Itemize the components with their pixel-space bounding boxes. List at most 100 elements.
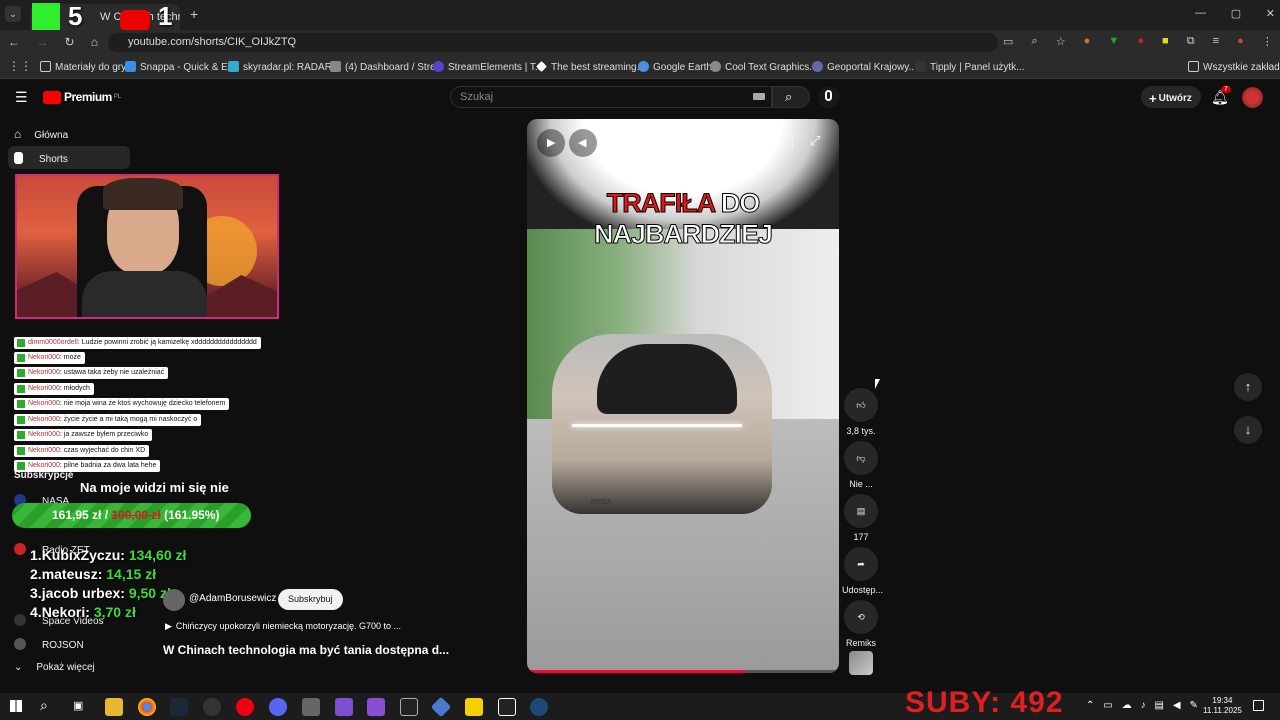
next-short-button[interactable]: ↓ [1234, 416, 1262, 444]
url-field[interactable]: youtube.com/shorts/CIK_OIJkZTQ [108, 33, 998, 52]
bookmark[interactable]: The best streaming... [536, 61, 645, 73]
chevron-up-icon[interactable]: ⌃ [1086, 700, 1094, 711]
search-icon[interactable]: ⌕ [40, 697, 48, 714]
bookmark[interactable]: Cool Text Graphics... [710, 61, 818, 73]
media-icon[interactable]: ≡ [1213, 35, 1219, 48]
profile-icon[interactable]: ● [1237, 35, 1244, 48]
extension-icon[interactable]: ● [1084, 35, 1091, 48]
clock[interactable]: 19:34 11.11.2025 [1203, 696, 1242, 716]
bookmark[interactable]: (4) Dashboard / Stre... [330, 61, 444, 73]
pen-icon[interactable]: ✎ [1190, 700, 1198, 711]
like-button[interactable]: 👍︎ 3,8 tys. [842, 388, 880, 436]
voice-search-button[interactable] [818, 86, 840, 108]
search-input[interactable]: Szukaj [450, 86, 772, 108]
audio-thumbnail[interactable] [849, 651, 873, 675]
sidebar-item-shorts-label[interactable]: Shorts [14, 152, 68, 165]
obs-icon[interactable] [203, 698, 221, 716]
tab-search-button[interactable]: ⌄ [5, 6, 21, 22]
new-tab-button[interactable]: + [190, 6, 198, 22]
apps-icon[interactable]: ⋮⋮ [8, 59, 32, 73]
bookmark[interactable]: Materiały do gry [40, 61, 126, 73]
leaderboard-entry: 4.Nekori: 3,70 zł [30, 604, 136, 620]
bookmark[interactable]: Wszystkie zakładki [1188, 61, 1280, 73]
bookmark[interactable]: Google Earth [638, 61, 712, 73]
cloud-icon[interactable]: ☁ [1122, 700, 1132, 711]
steam-icon[interactable] [530, 698, 548, 716]
search-icon: ⌕ [785, 89, 793, 104]
youtube-logo[interactable]: Premium PL [43, 90, 121, 104]
notifications-button[interactable]: 🔔︎ 7 [1211, 86, 1231, 107]
dislike-button[interactable]: 👎︎ Nie ... [842, 441, 880, 489]
channel-avatar[interactable] [163, 589, 185, 611]
clapper-icon[interactable] [367, 698, 385, 716]
notification-center-icon[interactable] [1253, 700, 1264, 711]
microphone-icon[interactable]: ♪ [1141, 700, 1146, 711]
puzzle-icon[interactable]: ⧉ [1187, 35, 1195, 48]
extension-icon[interactable]: ▼ [1108, 35, 1119, 48]
video-title[interactable]: W Chinach technologia ma być tania dostę… [163, 643, 449, 657]
opera-icon[interactable] [236, 698, 254, 716]
video-play-button[interactable]: ▶ [537, 129, 565, 157]
bookmark[interactable]: skyradar.pl: RADAR... [228, 61, 340, 73]
volume-icon[interactable]: ◀ [1173, 700, 1181, 711]
share-button[interactable]: ➦ Udostęp... [842, 547, 883, 595]
sidebar-subscription[interactable]: ROJSON [14, 638, 84, 651]
app-icon[interactable] [302, 698, 320, 716]
sticky-notes-icon[interactable] [465, 698, 483, 716]
notification-badge: 7 [1221, 86, 1231, 93]
subscribe-button[interactable]: Subskrybuj [278, 589, 343, 610]
sidebar-item-home[interactable]: ⌂ Główna [14, 127, 68, 141]
previous-short-button[interactable]: ↑ [1234, 373, 1262, 401]
kick-badge-icon [17, 369, 25, 377]
network-icon[interactable]: ▤ [1155, 700, 1164, 711]
channel-name[interactable]: @AdamBorusewicz [189, 593, 276, 604]
forward-icon[interactable]: → [36, 35, 48, 49]
chrome-icon[interactable] [138, 698, 156, 716]
chat-message: Nekori000: ustawa taka żeby nie uzależni… [14, 367, 169, 379]
close-icon[interactable]: ✕ [1266, 7, 1275, 20]
minimize-icon[interactable]: — [1195, 7, 1206, 20]
epic-games-icon[interactable] [400, 698, 418, 716]
progress-bar[interactable] [527, 670, 839, 673]
video-description[interactable]: ▶ Chińczycy upokorzyli niemiecką motoryza… [165, 621, 401, 632]
remix-button[interactable]: ⟲ Remiks [842, 600, 880, 648]
microphone-icon [825, 90, 832, 101]
explorer-icon[interactable] [105, 698, 123, 716]
like-icon: 👍︎ [844, 388, 878, 422]
back-icon[interactable]: ← [8, 35, 20, 49]
extension-icon[interactable]: ■ [1162, 35, 1169, 48]
star-icon[interactable]: ☆ [1056, 35, 1066, 48]
window-controls: — ▢ ✕ [1195, 7, 1275, 20]
app-icon[interactable] [498, 698, 516, 716]
show-more-button[interactable]: ⌄ Pokaż więcej [14, 662, 95, 673]
bookmark[interactable]: Geoportal Krajowy... [812, 61, 917, 73]
bookmark[interactable]: Tipply | Panel użytk... [915, 61, 1025, 73]
task-view-icon[interactable]: ▣ [73, 699, 83, 712]
search-button[interactable]: ⌕ [772, 86, 810, 108]
reload-icon[interactable]: ↻ [64, 35, 74, 49]
more-options-icon[interactable]: ⋮ [786, 134, 799, 150]
steam-icon[interactable] [170, 698, 188, 716]
menu-icon[interactable]: ⋮ [1262, 35, 1273, 48]
extension-icon[interactable]: ● [1137, 35, 1144, 48]
home-icon[interactable]: ⌂ [91, 35, 98, 49]
windows-start-icon[interactable] [10, 700, 22, 712]
visual-studio-icon[interactable] [335, 698, 353, 716]
create-button[interactable]: + Utwórz [1141, 86, 1201, 108]
cast-icon[interactable]: ▭ [1003, 35, 1013, 48]
tray-icon[interactable]: ▭ [1103, 700, 1112, 711]
hamburger-icon[interactable]: ☰ [15, 89, 28, 106]
zoom-icon[interactable]: ⌕ [1031, 35, 1037, 48]
discord-icon[interactable] [269, 698, 287, 716]
keyboard-icon[interactable] [753, 93, 765, 100]
avatar[interactable] [1242, 87, 1263, 108]
captions-icon[interactable] [752, 136, 766, 147]
geoportal-icon [812, 61, 823, 72]
volume-button[interactable]: ◀ [569, 129, 597, 157]
fullscreen-icon[interactable]: ⤢ [810, 133, 820, 149]
kick-count: 5 [68, 1, 83, 31]
bookmark[interactable]: StreamElements | T... [433, 61, 543, 73]
comment-button[interactable]: ▤ 177 [842, 494, 880, 542]
bookmark[interactable]: Snappa - Quick & E... [125, 61, 236, 73]
maximize-icon[interactable]: ▢ [1231, 7, 1241, 20]
